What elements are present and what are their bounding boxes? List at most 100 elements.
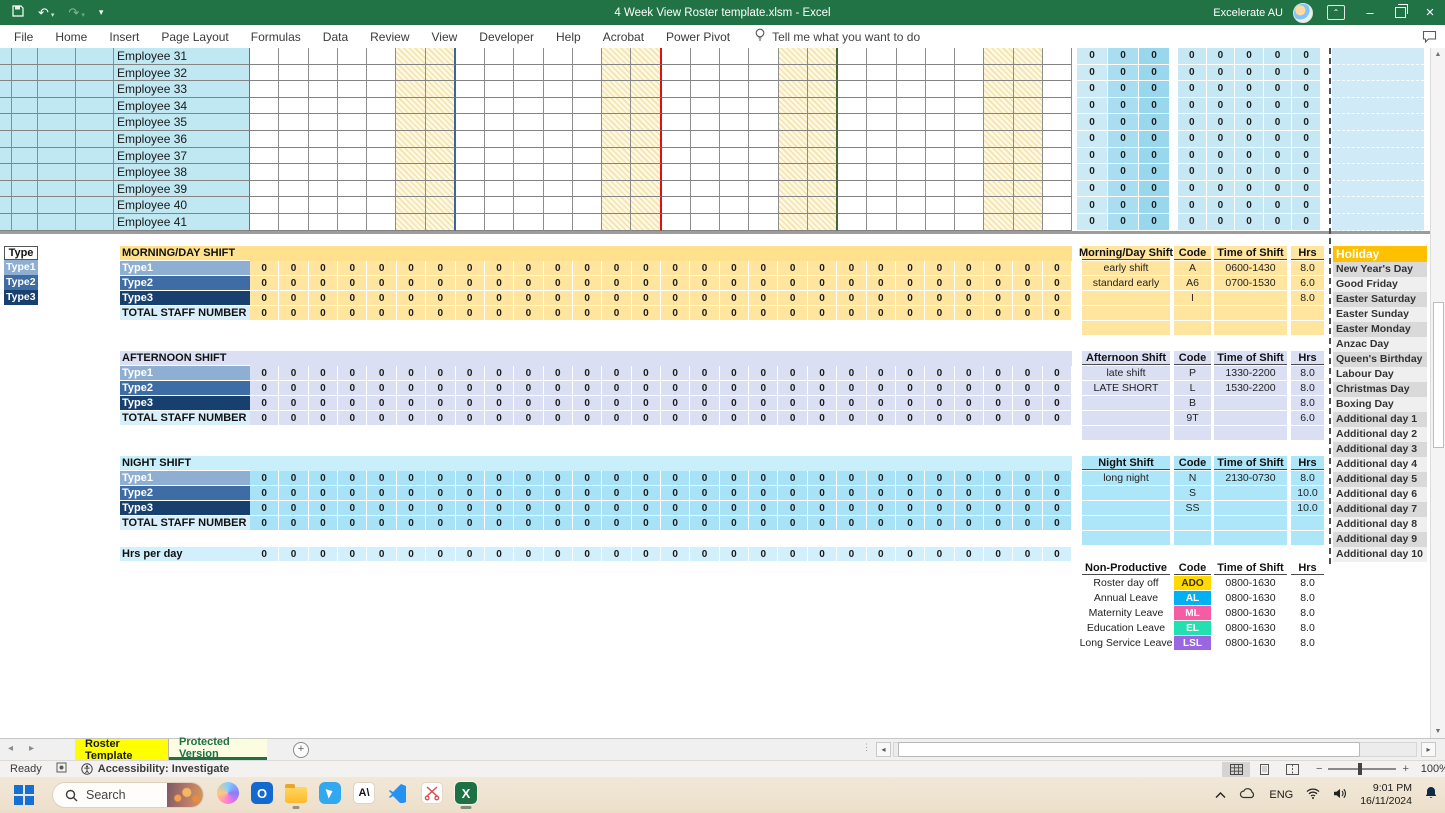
side-name-cell[interactable]: [1082, 426, 1170, 440]
side-name-cell[interactable]: Education Leave: [1082, 621, 1170, 635]
day-cell[interactable]: [926, 114, 955, 131]
day-cell[interactable]: [396, 81, 425, 98]
summary-cell[interactable]: 0: [1178, 65, 1207, 82]
left-cell[interactable]: [0, 214, 12, 231]
side-time-cell[interactable]: [1214, 426, 1287, 440]
shift-value-cell[interactable]: 0: [544, 366, 573, 381]
shift-value-cell[interactable]: 0: [485, 306, 514, 321]
day-cell[interactable]: [544, 114, 573, 131]
day-cell[interactable]: [838, 164, 867, 181]
shift-value-cell[interactable]: 0: [573, 501, 602, 516]
left-cell[interactable]: [0, 114, 12, 131]
notification-bell-icon[interactable]: [1425, 786, 1437, 804]
shift-value-cell[interactable]: 0: [397, 396, 426, 411]
day-cell[interactable]: [720, 148, 749, 165]
side-code-cell[interactable]: A: [1174, 261, 1211, 275]
left-cell[interactable]: [38, 131, 76, 148]
shift-value-cell[interactable]: 0: [456, 547, 485, 562]
summary-cell[interactable]: 0: [1235, 131, 1264, 148]
day-cell[interactable]: [396, 197, 425, 214]
shift-value-cell[interactable]: 0: [749, 547, 778, 562]
left-cell[interactable]: [76, 114, 114, 131]
day-cell[interactable]: [867, 181, 896, 198]
summary-cell[interactable]: 0: [1235, 114, 1264, 131]
shift-value-cell[interactable]: 0: [279, 396, 308, 411]
day-cell[interactable]: [396, 148, 425, 165]
day-cell[interactable]: [250, 181, 279, 198]
shift-value-cell[interactable]: 0: [426, 306, 455, 321]
day-cell[interactable]: [396, 65, 425, 82]
day-cell[interactable]: [396, 98, 425, 115]
shift-value-cell[interactable]: 0: [514, 306, 543, 321]
day-cell[interactable]: [897, 48, 926, 65]
left-cell[interactable]: [0, 65, 12, 82]
day-cell[interactable]: [426, 131, 456, 148]
holiday-item[interactable]: Additional day 8: [1333, 517, 1427, 532]
shift-value-cell[interactable]: 0: [749, 261, 778, 276]
zoom-in-button[interactable]: +: [1402, 763, 1408, 775]
shift-value-cell[interactable]: 0: [1043, 291, 1072, 306]
day-cell[interactable]: [926, 214, 955, 231]
day-cell[interactable]: [1014, 81, 1043, 98]
onedrive-cloud-icon[interactable]: [1239, 786, 1256, 804]
day-cell[interactable]: [749, 214, 778, 231]
holiday-item[interactable]: Anzac Day: [1333, 337, 1427, 352]
day-cell[interactable]: [867, 48, 896, 65]
day-cell[interactable]: [1014, 181, 1043, 198]
shift-value-cell[interactable]: 0: [602, 276, 631, 291]
day-cell[interactable]: [955, 48, 984, 65]
shift-value-cell[interactable]: 0: [661, 366, 690, 381]
day-cell[interactable]: [867, 214, 896, 231]
side-time-cell[interactable]: 0700-1530: [1214, 276, 1287, 290]
shift-value-cell[interactable]: 0: [661, 291, 690, 306]
day-cell[interactable]: [338, 65, 367, 82]
shift-value-cell[interactable]: 0: [955, 366, 984, 381]
day-cell[interactable]: [309, 197, 338, 214]
shift-value-cell[interactable]: 0: [279, 276, 308, 291]
day-cell[interactable]: [309, 214, 338, 231]
employee-name-cell[interactable]: Employee 41: [114, 214, 250, 231]
shift-value-cell[interactable]: 0: [367, 396, 396, 411]
minimize-button[interactable]: –: [1355, 0, 1385, 25]
left-cell[interactable]: [76, 131, 114, 148]
shift-value-cell[interactable]: 0: [837, 471, 866, 486]
a-app-icon[interactable]: A\: [352, 781, 376, 805]
day-cell[interactable]: [544, 164, 573, 181]
shift-value-cell[interactable]: 0: [925, 291, 954, 306]
left-cell[interactable]: [76, 65, 114, 82]
shift-value-cell[interactable]: 0: [984, 501, 1013, 516]
empty-cell[interactable]: [1332, 164, 1424, 181]
shift-value-cell[interactable]: 0: [984, 471, 1013, 486]
summary-cell[interactable]: 0: [1264, 214, 1293, 231]
shift-value-cell[interactable]: 0: [338, 471, 367, 486]
day-cell[interactable]: [573, 148, 602, 165]
employee-name-cell[interactable]: Employee 32: [114, 65, 250, 82]
day-cell[interactable]: [926, 65, 955, 82]
shift-value-cell[interactable]: 0: [485, 486, 514, 501]
shift-value-cell[interactable]: 0: [397, 471, 426, 486]
left-cell[interactable]: [76, 81, 114, 98]
summary-cell[interactable]: 0: [1207, 48, 1236, 65]
day-cell[interactable]: [338, 81, 367, 98]
day-cell[interactable]: [1043, 65, 1072, 82]
left-cell[interactable]: [38, 164, 76, 181]
employee-name-cell[interactable]: Employee 36: [114, 131, 250, 148]
shift-value-cell[interactable]: 0: [544, 411, 573, 426]
day-cell[interactable]: [662, 214, 691, 231]
day-cell[interactable]: [691, 48, 720, 65]
day-cell[interactable]: [309, 98, 338, 115]
tray-chevron-icon[interactable]: [1215, 786, 1226, 804]
shift-value-cell[interactable]: 0: [867, 471, 896, 486]
day-cell[interactable]: [984, 164, 1013, 181]
day-cell[interactable]: [602, 164, 631, 181]
day-cell[interactable]: [984, 48, 1013, 65]
left-cell[interactable]: [76, 181, 114, 198]
shift-value-cell[interactable]: 0: [456, 276, 485, 291]
shift-value-cell[interactable]: 0: [1013, 381, 1042, 396]
side-name-cell[interactable]: Long Service Leave: [1082, 636, 1170, 650]
day-cell[interactable]: [279, 197, 308, 214]
summary-cell[interactable]: 0: [1264, 48, 1293, 65]
shift-value-cell[interactable]: 0: [955, 276, 984, 291]
day-cell[interactable]: [250, 148, 279, 165]
day-cell[interactable]: [691, 148, 720, 165]
